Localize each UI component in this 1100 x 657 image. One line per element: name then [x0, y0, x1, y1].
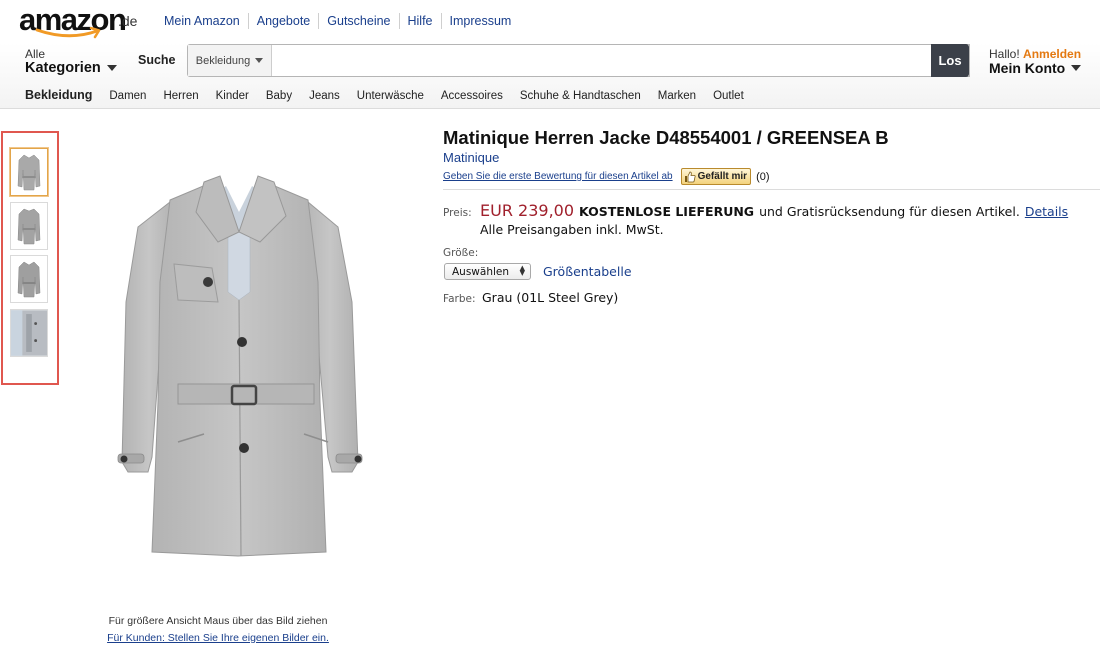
color-value: Grau (01L Steel Grey) — [482, 290, 619, 305]
product-main-image[interactable] — [108, 172, 370, 564]
select-arrows-icon: ▲ ▼ — [519, 264, 525, 277]
search-bar: Bekleidung — [187, 44, 970, 77]
price-label: Preis: — [443, 207, 472, 219]
subnav-item-baby[interactable]: Baby — [266, 90, 292, 102]
customer-images-link[interactable]: Für Kunden: Stellen Sie Ihre eigenen Bil… — [80, 632, 356, 644]
subnav-item-herren[interactable]: Herren — [163, 90, 198, 102]
top-link-mein-amazon[interactable]: Mein Amazon — [156, 13, 248, 29]
like-button[interactable]: Gefällt mir — [680, 168, 752, 185]
top-link-gutscheine[interactable]: Gutscheine — [318, 13, 398, 29]
like-button-label: Gefällt mir — [697, 171, 748, 182]
search-input[interactable] — [272, 45, 969, 76]
subnav-item-damen[interactable]: Damen — [109, 90, 146, 102]
account-menu[interactable]: Hallo! Anmelden Mein Konto — [989, 47, 1082, 76]
free-returns-text: und Gratisrücksendung für diesen Artikel… — [759, 204, 1020, 219]
thumbs-up-icon — [684, 171, 696, 182]
color-row: Farbe: Grau (01L Steel Grey) — [443, 290, 618, 305]
like-count: (0) — [756, 170, 770, 183]
free-shipping-label: KOSTENLOSE LIEFERUNG — [579, 204, 755, 219]
search-submit-button[interactable]: Los — [931, 44, 969, 77]
top-navigation: Mein Amazon Angebote Gutscheine Hilfe Im… — [156, 13, 519, 29]
size-chart-link[interactable]: Größentabelle — [543, 264, 632, 279]
coat-thumbnail-icon — [17, 154, 41, 191]
categories-small-label: Alle — [25, 47, 46, 61]
logo-tld: .de — [118, 13, 138, 29]
coat-side-thumbnail-icon — [17, 261, 41, 298]
category-subnav: Bekleidung Damen Herren Kinder Baby Jean… — [25, 88, 761, 102]
price-row: Preis: EUR 239,00 KOSTENLOSE LIEFERUNG u… — [443, 201, 1068, 220]
image-hover-hint: Für größere Ansicht Maus über das Bild z… — [108, 615, 328, 627]
subnav-item-jeans[interactable]: Jeans — [309, 90, 340, 102]
product-title: Matinique Herren Jacke D48554001 / GREEN… — [443, 127, 889, 148]
vat-note: Alle Preisangaben inkl. MwSt. — [480, 222, 664, 237]
chevron-down-icon — [1071, 65, 1082, 71]
thumbnail-2[interactable] — [10, 202, 48, 250]
subnav-item-outlet[interactable]: Outlet — [713, 90, 744, 102]
chevron-down-icon — [255, 58, 264, 63]
thumbnail-3[interactable] — [10, 255, 48, 303]
search-category-dropdown[interactable]: Bekleidung — [188, 45, 272, 76]
categories-label: Kategorien — [25, 60, 101, 76]
subnav-item-schuhe-handtaschen[interactable]: Schuhe & Handtaschen — [520, 90, 641, 102]
shipping-details-link[interactable]: Details — [1025, 204, 1068, 219]
write-review-link[interactable]: Geben Sie die erste Bewertung für diesen… — [443, 171, 673, 182]
coat-back-thumbnail-icon — [17, 208, 41, 245]
size-select-value: Auswählen — [452, 265, 510, 278]
section-divider — [443, 189, 1100, 190]
top-link-impressum[interactable]: Impressum — [440, 13, 520, 29]
chevron-down-icon — [106, 65, 117, 71]
size-select[interactable]: Auswählen ▲ ▼ — [444, 263, 531, 280]
review-row: Geben Sie die erste Bewertung für diesen… — [443, 168, 770, 185]
subnav-item-marken[interactable]: Marken — [658, 90, 696, 102]
top-link-hilfe[interactable]: Hilfe — [398, 13, 441, 29]
price-value: EUR 239,00 — [480, 201, 575, 220]
thumbnail-strip — [1, 131, 59, 385]
thumbnail-4[interactable] — [10, 309, 48, 357]
account-greeting: Hallo! — [989, 47, 1020, 61]
color-label: Farbe: — [443, 293, 476, 305]
subnav-item-accessoires[interactable]: Accessoires — [441, 90, 503, 102]
site-header: amazon .de Mein Amazon Angebote Gutschei… — [0, 0, 1100, 109]
size-label: Größe: — [443, 247, 479, 259]
sign-in-link[interactable]: Anmelden — [1023, 47, 1081, 61]
all-categories-button[interactable]: Alle Kategorien — [25, 47, 117, 75]
top-link-angebote[interactable]: Angebote — [247, 13, 319, 29]
search-category-label: Bekleidung — [195, 54, 251, 67]
thumbnail-1[interactable] — [10, 148, 48, 196]
my-account-label: Mein Konto — [989, 60, 1066, 76]
search-label: Suche — [138, 53, 176, 67]
subnav-item-unterwaesche[interactable]: Unterwäsche — [357, 90, 424, 102]
brand-link[interactable]: Matinique — [443, 150, 499, 165]
amazon-logo[interactable]: amazon .de — [19, 2, 137, 40]
coat-detail-thumbnail-icon — [11, 310, 47, 356]
subnav-title[interactable]: Bekleidung — [25, 88, 92, 102]
subnav-item-kinder[interactable]: Kinder — [216, 90, 249, 102]
logo-smile-icon — [35, 27, 101, 39]
